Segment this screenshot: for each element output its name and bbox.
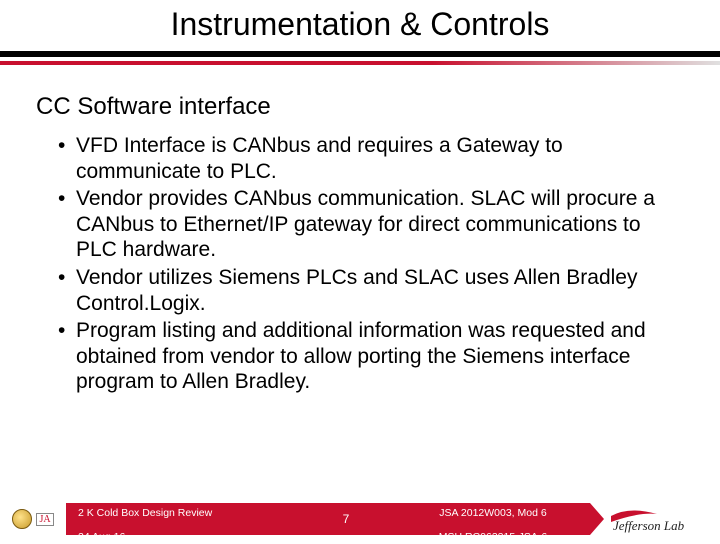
list-item: VFD Interface is CANbus and requires a G… (58, 133, 684, 184)
ja-mark-icon: JA (36, 513, 53, 526)
title-rule (0, 51, 720, 57)
review-title: 2 K Cold Box Design Review (78, 507, 212, 519)
list-item: Vendor provides CANbus communication. SL… (58, 186, 684, 263)
page-number: 7 (296, 512, 396, 526)
footer-review-info: 2 K Cold Box Design Review 24 Aug 16 (66, 494, 296, 544)
jefferson-lab-logo: Jefferson Lab (590, 498, 720, 540)
footer-logos: JA (0, 509, 66, 529)
footer-reference: JSA 2012W003, Mod 6 MSU RC063215-JSA-6 (396, 494, 590, 544)
list-item: Vendor utilizes Siemens PLCs and SLAC us… (58, 265, 684, 316)
page-title: Instrumentation & Controls (0, 6, 720, 43)
review-date: 24 Aug 16 (78, 531, 125, 543)
bullet-list: VFD Interface is CANbus and requires a G… (36, 133, 684, 395)
footer-bar: 2 K Cold Box Design Review 24 Aug 16 7 J… (66, 503, 590, 535)
svg-text:Jefferson Lab: Jefferson Lab (613, 518, 685, 533)
list-item: Program listing and additional informati… (58, 318, 684, 395)
doe-seal-icon (12, 509, 32, 529)
ref-line1: JSA 2012W003, Mod 6 (439, 507, 546, 519)
content-area: CC Software interface VFD Interface is C… (0, 65, 720, 395)
title-area: Instrumentation & Controls (0, 0, 720, 51)
ref-line2: MSU RC063215-JSA-6 (439, 531, 548, 543)
section-subtitle: CC Software interface (36, 93, 684, 121)
footer: JA 2 K Cold Box Design Review 24 Aug 16 … (0, 498, 720, 540)
